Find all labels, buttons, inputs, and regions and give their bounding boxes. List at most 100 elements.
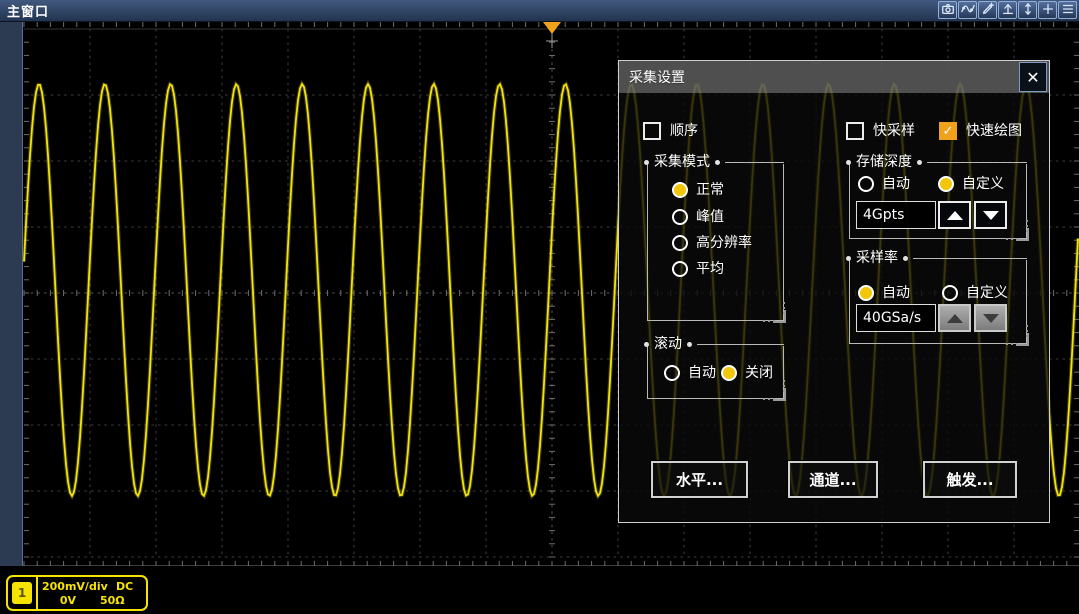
arrow-down-icon (983, 211, 999, 220)
menu-button[interactable] (1058, 1, 1077, 19)
radio-depth-custom[interactable]: 自定义 (938, 175, 1004, 193)
oscilloscope-screen: 1 主窗口 (0, 0, 1079, 614)
sequence-checkbox-label: 顺序 (670, 124, 698, 138)
vertical-scale-icon (1021, 1, 1035, 20)
legend-line (697, 344, 784, 345)
resize-grip (1016, 333, 1029, 346)
status-bar: 1 200mV/div DC 0V 50Ω (0, 566, 1079, 614)
radio-acq-hires[interactable]: 高分辨率 (672, 234, 752, 252)
fast-plot-checkbox-label: 快速绘图 (966, 124, 1022, 138)
legend-dot (644, 342, 649, 347)
legend-dot (846, 160, 851, 165)
waveform-icon (961, 1, 975, 20)
radio-icon (672, 261, 688, 277)
fast-plot-checkbox[interactable]: 快速绘图 (939, 121, 1022, 141)
horizontal-settings-button[interactable]: 水平... (651, 461, 748, 498)
resize-grip-dots (1006, 343, 1008, 345)
memory-depth-decrease-button[interactable] (974, 201, 1007, 229)
resize-grip (1016, 228, 1029, 241)
legend-dot (687, 342, 692, 347)
titlebar-toolbar (938, 1, 1077, 19)
legend-dot (917, 160, 922, 165)
radio-icon (858, 176, 874, 192)
channel1-badge: 1 (12, 582, 32, 604)
channel1-coupling: DC (116, 581, 133, 592)
checkbox-icon (846, 122, 864, 140)
memory-depth-group: 存储深度 自动 自定义 (849, 164, 1027, 239)
waveform-tool-button[interactable] (958, 1, 977, 19)
sample-rate-group: 采样率 自动 自定义 (849, 260, 1027, 344)
checkbox-icon (643, 122, 661, 140)
camera-icon (941, 1, 955, 20)
close-icon: ✕ (1026, 68, 1039, 87)
memory-depth-input[interactable] (856, 201, 936, 229)
probe-measure-button[interactable] (998, 1, 1017, 19)
radio-rate-auto[interactable]: 自动 (858, 284, 910, 302)
fast-acquisition-checkbox[interactable]: 快采样 (846, 121, 915, 141)
channel1-impedance: 50Ω (100, 595, 125, 606)
radio-roll-auto[interactable]: 自动 (664, 364, 716, 382)
radio-roll-off[interactable]: 关闭 (721, 364, 773, 382)
channel-settings-button[interactable]: 通道... (788, 461, 878, 498)
sample-rate-decrease-button[interactable] (974, 304, 1007, 332)
fast-acquisition-checkbox-label: 快采样 (873, 124, 915, 138)
arrow-up-icon (947, 211, 963, 220)
resize-grip (773, 310, 786, 323)
window-titlebar: 主窗口 (0, 0, 1079, 22)
legend-line (913, 258, 1027, 259)
radio-icon (664, 365, 680, 381)
probe-icon (1001, 1, 1015, 20)
memory-depth-legend: 存储深度 (856, 155, 912, 169)
checkbox-checked-icon (939, 122, 957, 140)
channel1-info-box[interactable]: 1 200mV/div DC 0V 50Ω (6, 575, 148, 611)
radio-icon (942, 285, 958, 301)
resize-grip-dots (1026, 220, 1028, 222)
dialog-close-button[interactable]: ✕ (1019, 62, 1047, 92)
trigger-position-marker[interactable] (543, 22, 561, 34)
left-gutter (0, 22, 23, 568)
legend-dot (715, 160, 720, 165)
annotate-button[interactable] (978, 1, 997, 19)
camera-screenshot-button[interactable] (938, 1, 957, 19)
sample-rate-input[interactable] (856, 304, 936, 332)
sequence-checkbox[interactable]: 顺序 (643, 121, 698, 141)
radio-icon (672, 235, 688, 251)
channel1-readouts: 200mV/div DC 0V 50Ω (38, 577, 146, 609)
radio-acq-peak[interactable]: 峰值 (672, 208, 724, 226)
legend-dot (846, 256, 851, 261)
sample-rate-increase-button[interactable] (938, 304, 971, 332)
radio-depth-auto[interactable]: 自动 (858, 175, 910, 193)
radio-acq-average[interactable]: 平均 (672, 260, 724, 278)
resize-grip-dots (1006, 238, 1008, 240)
legend-dot (903, 256, 908, 261)
dialog-title: 采集设置 (629, 67, 685, 87)
legend-line (725, 162, 784, 163)
radio-icon (938, 176, 954, 192)
resize-grip-dots (1026, 325, 1028, 327)
radio-icon (858, 285, 874, 301)
vertical-scale-button[interactable] (1018, 1, 1037, 19)
resize-grip-dots (763, 398, 765, 400)
radio-acq-normal[interactable]: 正常 (672, 181, 724, 199)
annotate-edit-icon (981, 1, 995, 20)
memory-depth-increase-button[interactable] (938, 201, 971, 229)
acq-mode-group: 采集模式 正常 峰值 高分辨率 平均 (647, 164, 784, 321)
window-title: 主窗口 (7, 1, 49, 20)
radio-rate-custom[interactable]: 自定义 (942, 284, 1008, 302)
trigger-settings-button[interactable]: 触发... (923, 461, 1017, 498)
resize-grip-dots (763, 320, 765, 322)
add-button[interactable] (1038, 1, 1057, 19)
acq-mode-legend: 采集模式 (654, 155, 710, 169)
dialog-titlebar[interactable]: 采集设置 (619, 61, 1049, 93)
roll-group: 滚动 自动 关闭 (647, 346, 784, 399)
acquisition-settings-dialog: 采集设置 ✕ 顺序 快采样 快速绘图 采集模式 (618, 60, 1050, 523)
resize-grip (773, 388, 786, 401)
radio-icon (672, 209, 688, 225)
legend-line (927, 162, 1027, 163)
roll-legend: 滚动 (654, 337, 682, 351)
menu-list-icon (1061, 1, 1075, 20)
plus-icon (1041, 1, 1055, 20)
sample-rate-legend: 采样率 (856, 251, 898, 265)
resize-grip-dots (783, 302, 785, 304)
channel1-scale: 200mV/div (42, 581, 116, 592)
